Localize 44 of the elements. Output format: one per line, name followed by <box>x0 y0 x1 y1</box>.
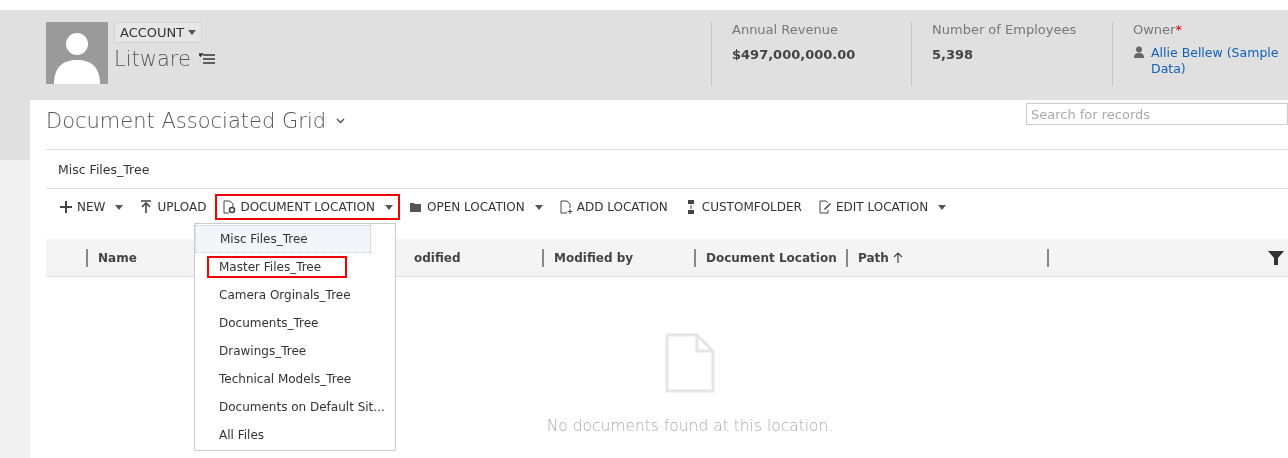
edit-icon <box>817 200 832 214</box>
column-header[interactable]: Document Location <box>694 248 837 267</box>
menu-icon[interactable] <box>198 53 215 65</box>
toolbar-button[interactable]: UPLOAD <box>132 194 214 220</box>
empty-message: No documents found at this location. <box>546 417 834 435</box>
plus-icon <box>59 200 73 214</box>
chevron-down-icon[interactable] <box>336 117 346 124</box>
caret-icon <box>188 30 197 35</box>
sort-up-icon <box>892 252 903 263</box>
field-label: Owner <box>1133 22 1176 37</box>
toolbar-button[interactable]: OPEN LOCATION <box>401 194 550 220</box>
toolbar-button[interactable]: EDIT LOCATION <box>810 194 954 220</box>
filter-icon[interactable] <box>1268 251 1284 265</box>
document-icon <box>665 333 715 393</box>
location-label: Misc Files_Tree <box>58 161 150 177</box>
owner-link[interactable]: Allie Bellew (Sample Data) <box>1151 45 1282 77</box>
caret-icon <box>938 204 947 210</box>
folder-icon <box>408 200 423 214</box>
toolbar-button[interactable]: CUSTOMFOLDER <box>676 194 809 220</box>
search-field[interactable]: Search for records <box>1026 103 1288 125</box>
required-mark: * <box>1175 22 1182 37</box>
document-plus-icon <box>558 200 573 214</box>
menu-item[interactable]: Misc Files_Tree <box>195 225 371 253</box>
column-header[interactable]: Modified by <box>542 248 634 267</box>
field-label: Number of Employees <box>932 22 1077 37</box>
column-header[interactable]: odified <box>414 248 461 267</box>
toolbar-button[interactable]: ADD LOCATION <box>551 194 675 220</box>
field-label: Annual Revenue <box>732 22 838 37</box>
caret-icon <box>534 204 543 210</box>
toolbar-button[interactable]: NEW <box>52 194 131 220</box>
record-name: Litware <box>114 47 191 71</box>
avatar-icon <box>46 22 108 84</box>
caret-icon <box>384 204 393 210</box>
field-value: $497,000,000.00 <box>732 47 857 62</box>
column-header[interactable]: Name <box>86 248 137 267</box>
upload-icon <box>139 200 154 214</box>
document-gear-icon <box>222 200 237 214</box>
field-value: 5,398 <box>932 47 975 62</box>
column-header[interactable]: Path <box>846 248 903 267</box>
entity-type-button[interactable]: ACCOUNT <box>114 22 203 43</box>
caret-icon <box>115 204 124 210</box>
user-icon <box>1133 46 1145 59</box>
toolbar-button[interactable]: DOCUMENT LOCATION <box>215 194 400 220</box>
grid-title: Document Associated Grid <box>46 108 327 133</box>
